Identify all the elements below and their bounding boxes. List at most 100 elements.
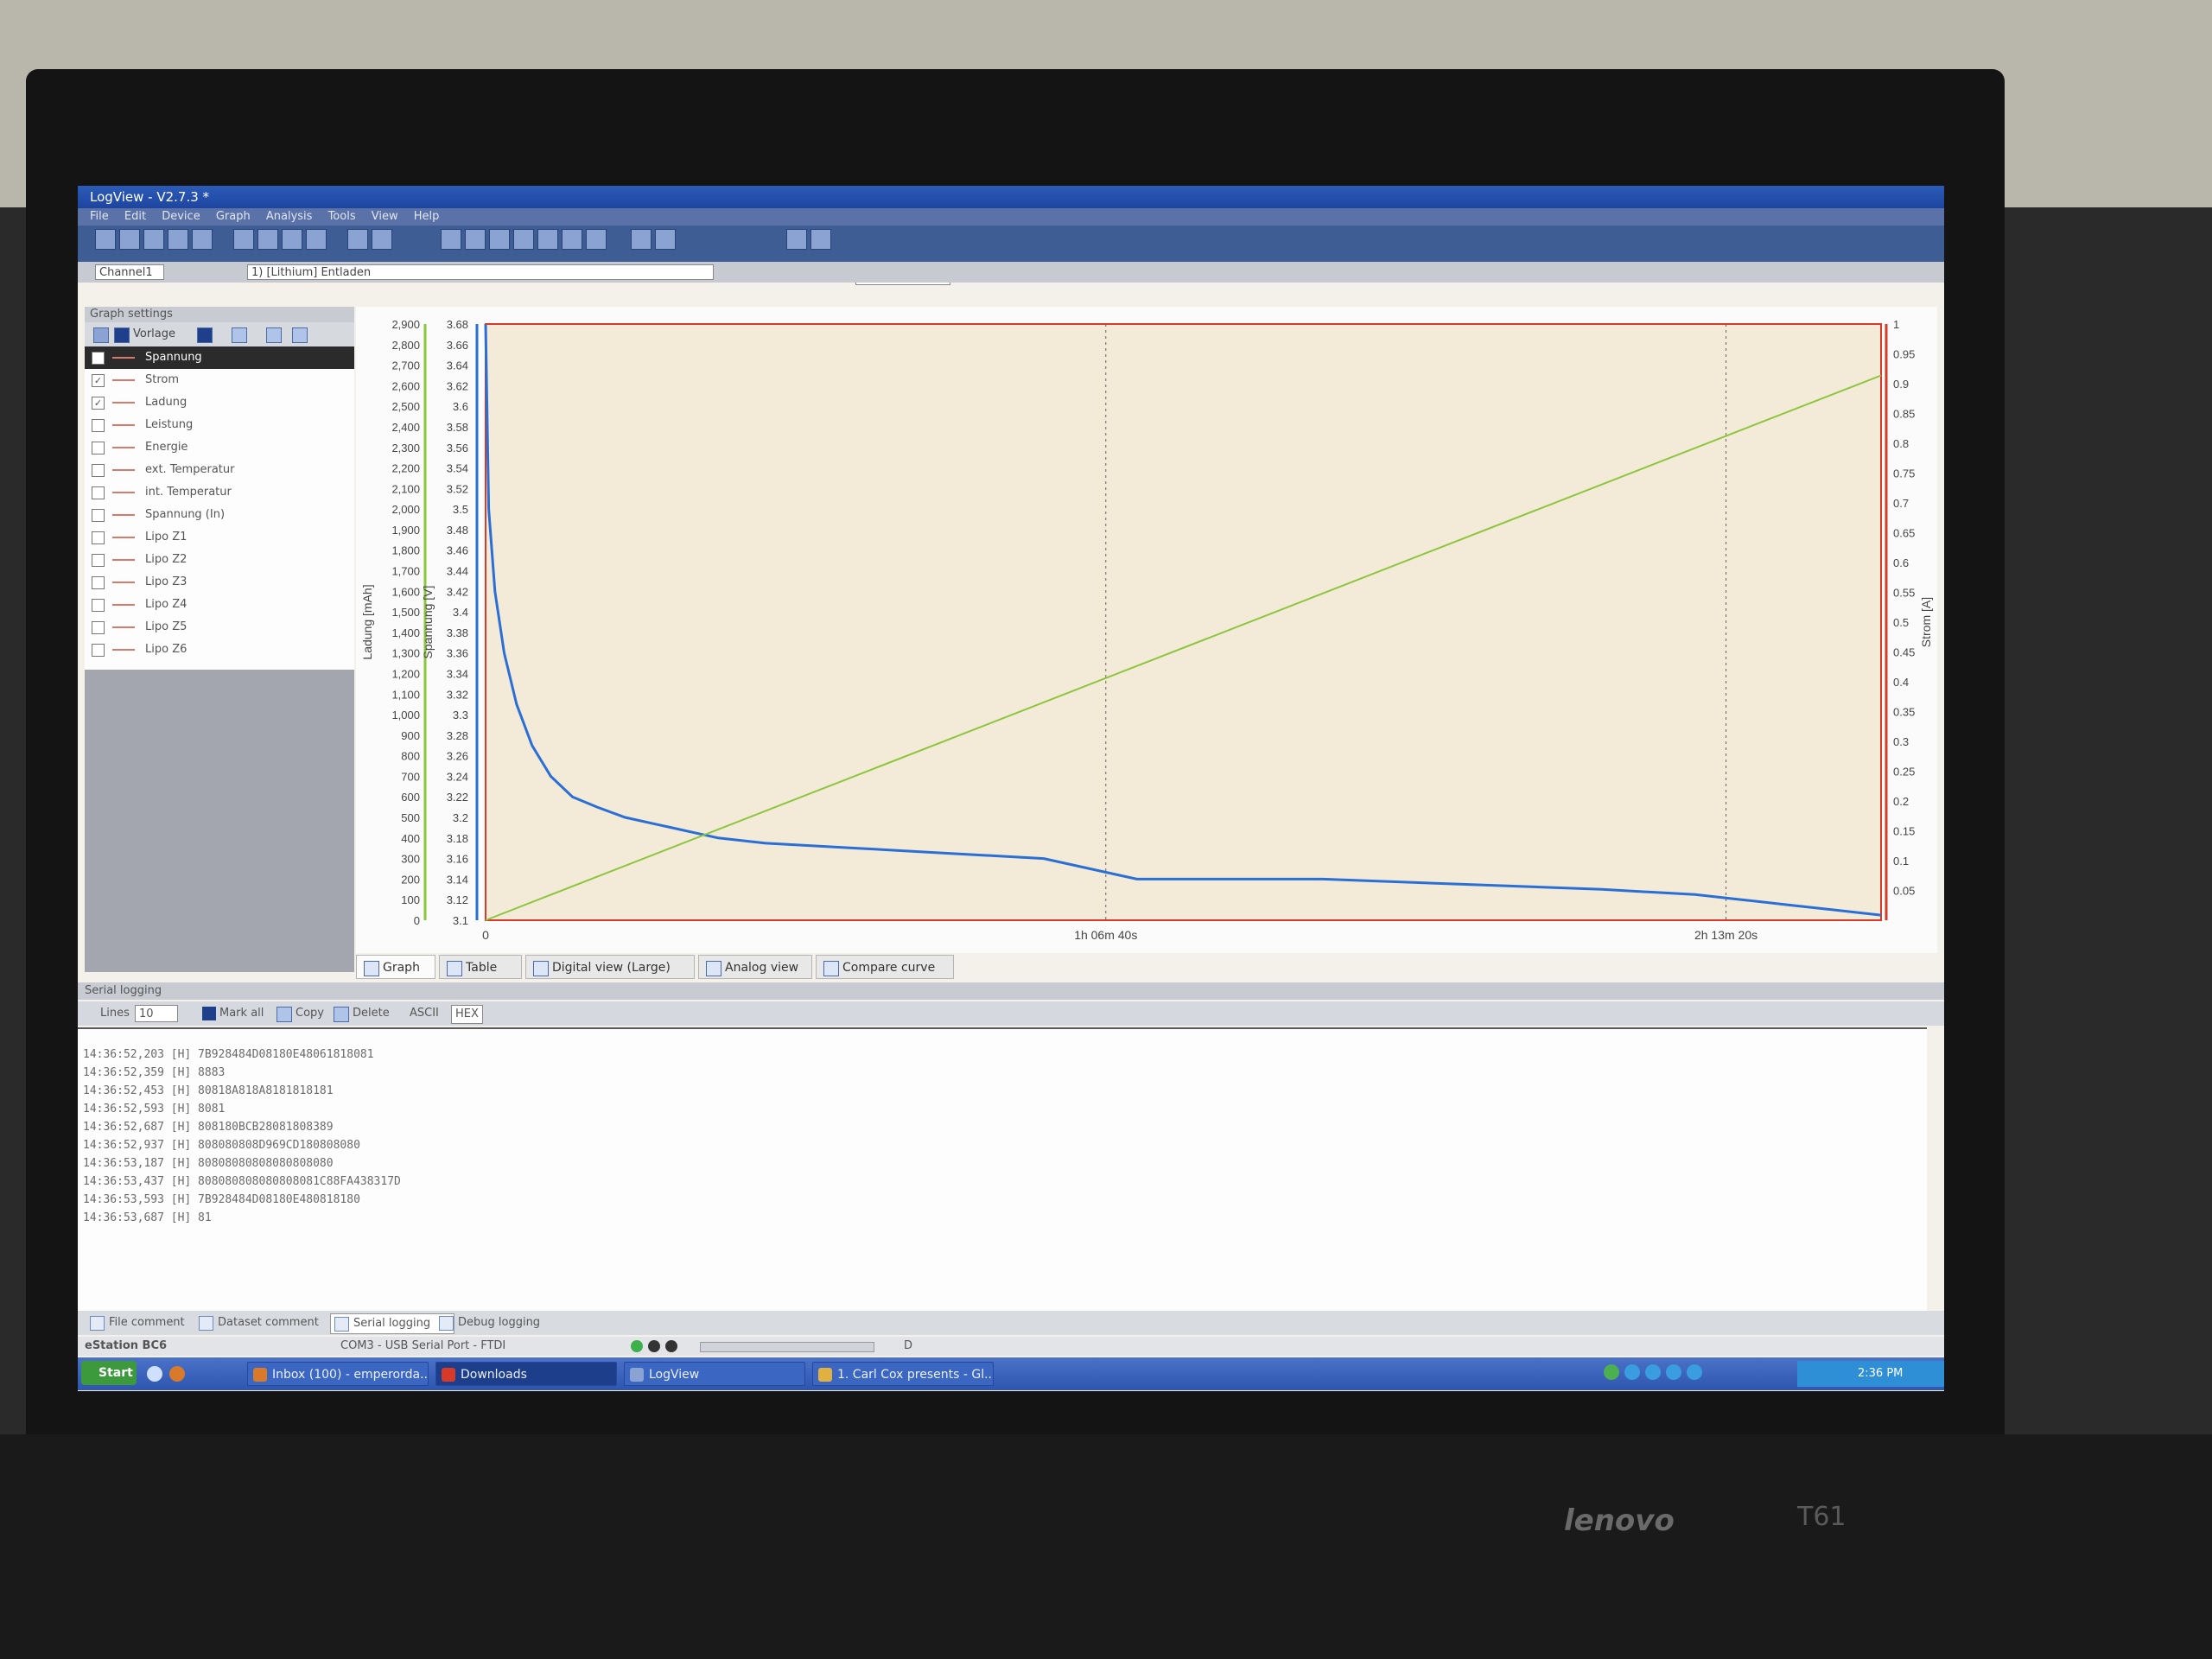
copy-icon[interactable] [257, 229, 278, 250]
checkbox-icon[interactable] [92, 509, 105, 522]
task-media-player[interactable]: 1. Carl Cox presents - Gl... [812, 1362, 994, 1386]
menu-view[interactable]: View [372, 210, 398, 223]
tray-network-icon[interactable] [1604, 1364, 1619, 1380]
ascii-toggle[interactable]: ASCII [410, 1001, 439, 1026]
hex-toggle[interactable]: HEX [451, 1005, 483, 1024]
start-record-icon[interactable] [372, 229, 392, 250]
copy-button[interactable]: Copy [296, 1001, 324, 1026]
channel-item[interactable]: int. Temperatur [85, 481, 354, 504]
save-icon[interactable] [197, 327, 213, 343]
channel-item[interactable]: Lipo Z3 [85, 571, 354, 594]
checkbox-icon[interactable] [92, 621, 105, 634]
channel-select[interactable]: Channel1 [95, 264, 164, 280]
channel-item[interactable]: ✓ Strom [85, 369, 354, 391]
tab-file-comment[interactable]: File comment [86, 1313, 213, 1332]
task-inbox[interactable]: Inbox (100) - emperorda... [247, 1362, 429, 1386]
paste-icon[interactable] [282, 229, 302, 250]
checkbox-icon[interactable] [92, 442, 105, 454]
grid-settings-icon[interactable] [266, 327, 282, 343]
channel-item[interactable]: Spannung (In) [85, 504, 354, 526]
menu-analysis[interactable]: Analysis [266, 210, 313, 223]
graph-icon[interactable] [441, 229, 461, 250]
channel-item[interactable]: Leistung [85, 414, 354, 436]
task-logview[interactable]: LogView [624, 1362, 805, 1386]
channel-item[interactable]: Energie [85, 436, 354, 459]
channel-item[interactable]: Lipo Z1 [85, 526, 354, 549]
save-as-icon[interactable] [168, 229, 188, 250]
zoom-in-icon[interactable] [631, 229, 652, 250]
save-template-icon[interactable] [114, 327, 130, 343]
tray-update-icon[interactable] [1687, 1364, 1702, 1380]
checkbox-icon[interactable] [92, 419, 105, 432]
digital-view-icon[interactable] [489, 229, 510, 250]
serial-log[interactable]: 14:36:52,203 [H] 7B928484D08180E48061818… [78, 1027, 1927, 1314]
checkbox-icon[interactable] [92, 464, 105, 477]
open-template-icon[interactable] [93, 327, 109, 343]
spannung-tick-label: 3.5 [453, 503, 468, 516]
menu-edit[interactable]: Edit [124, 210, 146, 223]
grid-icon[interactable] [232, 327, 247, 343]
analog-view-icon[interactable] [513, 229, 534, 250]
ladung-tick-label: 2,500 [391, 400, 420, 413]
checkbox-icon[interactable] [92, 554, 105, 567]
checkbox-icon[interactable] [92, 531, 105, 544]
print-icon[interactable] [306, 229, 327, 250]
checkbox-icon[interactable]: ✓ [92, 374, 105, 387]
template-label[interactable]: Vorlage [133, 322, 175, 346]
checkbox-icon[interactable] [92, 576, 105, 589]
task-downloads[interactable]: Downloads [435, 1362, 617, 1386]
clock[interactable]: 2:36 PM [1858, 1367, 1903, 1380]
ie-icon[interactable] [147, 1366, 162, 1382]
mark-all-button[interactable]: Mark all [219, 1001, 264, 1026]
channel-item[interactable]: Lipo Z6 [85, 639, 354, 661]
channel-item[interactable]: Lipo Z4 [85, 594, 354, 616]
channel-item[interactable]: Lipo Z2 [85, 549, 354, 571]
open-icon[interactable] [95, 229, 116, 250]
settings-icon[interactable] [562, 229, 582, 250]
axis-icon[interactable] [292, 327, 308, 343]
program-select[interactable]: 1) [Lithium] Entladen [247, 264, 714, 280]
tray-volume-icon[interactable] [1666, 1364, 1681, 1380]
save-icon[interactable] [143, 229, 164, 250]
menu-graph[interactable]: Graph [216, 210, 251, 223]
tab-compare-curve[interactable]: Compare curve [816, 955, 954, 979]
close-file-icon[interactable] [192, 229, 213, 250]
compare-icon[interactable] [537, 229, 558, 250]
folder-icon[interactable] [119, 229, 140, 250]
checkbox-icon[interactable] [92, 486, 105, 499]
strom-tick-label: 0.95 [1893, 348, 1915, 361]
start-button[interactable]: Start [81, 1361, 137, 1385]
tab-table[interactable]: Table [439, 955, 522, 979]
menu-file[interactable]: File [90, 210, 109, 223]
table-icon[interactable] [465, 229, 486, 250]
workset-left-icon[interactable] [786, 229, 807, 250]
checkbox-icon[interactable]: ✓ [92, 397, 105, 410]
tab-dataset-comment[interactable]: Dataset comment [195, 1313, 347, 1332]
channel-item[interactable]: Lipo Z5 [85, 616, 354, 639]
zoom-out-icon[interactable] [655, 229, 676, 250]
checkbox-icon[interactable] [92, 599, 105, 612]
checkbox-icon[interactable]: ✓ [92, 352, 105, 365]
cut-icon[interactable] [233, 229, 254, 250]
tab-analog-view[interactable]: Analog view [698, 955, 812, 979]
tray-power-icon[interactable] [1645, 1364, 1661, 1380]
spannung-tick-label: 3.16 [447, 853, 468, 866]
tab-graph[interactable]: Graph [356, 955, 435, 979]
menu-device[interactable]: Device [162, 210, 200, 223]
menu-tools[interactable]: Tools [328, 210, 356, 223]
workset-right-icon[interactable] [810, 229, 831, 250]
menu-help[interactable]: Help [414, 210, 440, 223]
channel-item[interactable]: ✓ Spannung [85, 346, 354, 369]
delete-button[interactable]: Delete [353, 1001, 390, 1026]
tab-digital-view[interactable]: Digital view (Large) [525, 955, 695, 979]
tray-bluetooth-icon[interactable] [1624, 1364, 1640, 1380]
graph-chart[interactable]: 0 1h 06m 40s 2h 13m 20s 0 100 200 300 400 500 600… [356, 307, 1937, 953]
tab-debug-logging[interactable]: Debug logging [435, 1313, 567, 1332]
channel-item[interactable]: ✓ Ladung [85, 391, 354, 414]
checkbox-icon[interactable] [92, 644, 105, 657]
channel-item[interactable]: ext. Temperatur [85, 459, 354, 481]
export-icon[interactable] [586, 229, 607, 250]
firefox-icon[interactable] [169, 1366, 185, 1382]
device-icon[interactable] [347, 229, 368, 250]
lines-input[interactable]: 10 [135, 1005, 178, 1022]
